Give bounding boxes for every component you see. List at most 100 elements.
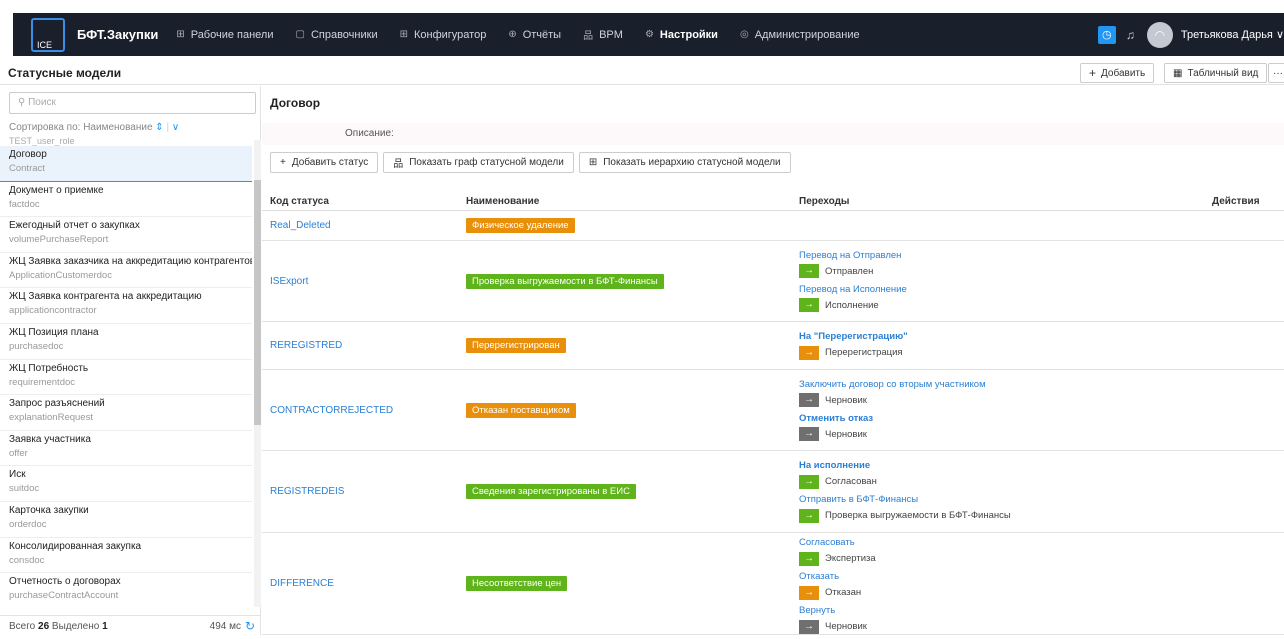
- table-icon: ▦: [1173, 67, 1183, 79]
- transition-target-label: Перерегистрация: [825, 347, 903, 358]
- list-item-name: Договор: [9, 149, 47, 160]
- list-item[interactable]: Заявка участника offer: [0, 431, 252, 467]
- transition-link[interactable]: На "Перерегистрацию": [799, 331, 908, 344]
- transition-link[interactable]: Перевод на Исполнение: [799, 284, 907, 297]
- nav-item-2[interactable]: ⊞ Конфигуратор: [400, 29, 487, 41]
- list-item[interactable]: Договор Contract: [0, 146, 252, 182]
- nav-item-4[interactable]: 品 BPM: [583, 27, 623, 43]
- show-hierarchy-button[interactable]: ⊞ Показать иерархию статусной модели: [578, 152, 791, 173]
- column-header-transitions[interactable]: Переходы: [799, 196, 849, 207]
- main-navbar: ICE БФТ.Закупки ⊞ Рабочие панели ▢ Справочн…: [13, 13, 1284, 56]
- list-item[interactable]: Отчетность о договорах purchaseContractAc…: [0, 573, 252, 607]
- status-code-link[interactable]: CONTRACTORREJECTED: [270, 405, 393, 416]
- list-item-partial[interactable]: TEST_user_role: [0, 136, 252, 146]
- status-code-link[interactable]: REREGISTRED: [270, 340, 342, 351]
- list-item[interactable]: ЖЦ Заявка контрагента на аккредитацию app…: [0, 288, 252, 324]
- app-brand[interactable]: БФТ.Закупки: [77, 27, 158, 42]
- list-scrollbar[interactable]: [254, 140, 261, 607]
- transition-link[interactable]: На исполнение: [799, 460, 1011, 473]
- transition-link[interactable]: Отправить в БФТ-Финансы: [799, 494, 1011, 507]
- scrollbar-thumb[interactable]: [254, 180, 261, 425]
- clock-icon[interactable]: ◷: [1097, 25, 1116, 44]
- nav-item-0[interactable]: ⊞ Рабочие панели: [176, 29, 273, 41]
- avatar[interactable]: ◠: [1146, 21, 1173, 48]
- arrow-right-icon: →: [799, 474, 819, 489]
- refresh-icon[interactable]: ↻: [245, 619, 255, 633]
- chevron-down-icon[interactable]: ∨: [172, 122, 179, 133]
- gear-icon: ⚙: [644, 29, 654, 40]
- list-item[interactable]: ЖЦ Потребность requirementdoc: [0, 360, 252, 396]
- arrow-right-icon: →: [799, 393, 819, 407]
- list-item-code: Contract: [9, 163, 45, 174]
- arrow-right-icon: →: [799, 508, 819, 523]
- column-header-code[interactable]: Код статуса: [270, 196, 329, 207]
- table-row: DIFFERENCE Несоответствие цен Согласовать →…: [262, 533, 1284, 635]
- list-item-code: suitdoc: [9, 483, 40, 495]
- transitions-list: На исполнение → Согласован Отправить в БФТ-…: [799, 460, 1011, 528]
- sort-arrows-icon[interactable]: ⇕: [155, 122, 163, 133]
- transition-link[interactable]: Вернуть: [799, 605, 876, 618]
- add-status-button[interactable]: + Добавить статус: [270, 152, 379, 173]
- status-code-link[interactable]: Real_Deleted: [270, 220, 331, 231]
- status-code-link[interactable]: REGISTREDEIS: [270, 486, 344, 497]
- status-badge: Проверка выгружаемости в БФТ-Финансы: [466, 273, 664, 289]
- list-item-code: offer: [9, 447, 28, 459]
- transition-link[interactable]: Согласовать: [799, 537, 876, 550]
- list-item[interactable]: Документ о приемке factdoc: [0, 182, 252, 218]
- plus-icon: +: [1089, 66, 1097, 80]
- list-item-name: ЖЦ Заявка заказчика на аккредитацию конт…: [9, 255, 252, 267]
- transition-target: → Черновик: [799, 618, 876, 635]
- transition-target: → Черновик: [799, 426, 986, 443]
- nav-item-label: Справочники: [310, 28, 378, 41]
- transition-target-label: Отказан: [825, 587, 862, 598]
- status-code-link[interactable]: ISExport: [270, 276, 308, 287]
- nav-item-5[interactable]: ⚙ Настройки: [645, 29, 718, 41]
- arrow-right-icon: →: [799, 551, 819, 566]
- list-item[interactable]: Иск suitdoc: [0, 466, 252, 502]
- table-row: CONTRACTORREJECTED Отказан поставщиком Зак…: [262, 370, 1284, 451]
- list-item-code: requirementdoc: [9, 376, 76, 388]
- list-item[interactable]: Карточка закупки orderdoc: [0, 502, 252, 538]
- list-item-code: purchasedoc: [9, 340, 64, 352]
- search-input[interactable]: ⚲ Поиск: [9, 92, 256, 114]
- status-code-link[interactable]: DIFFERENCE: [270, 578, 334, 589]
- status-model-detail: Договор Описание: + Добавить статус 品 Пока…: [262, 86, 1284, 635]
- list-item-name: Отчетность о договорах: [9, 576, 121, 588]
- list-item[interactable]: Консолидированная закупка consdoc: [0, 538, 252, 574]
- more-button[interactable]: ···: [1268, 63, 1284, 83]
- hierarchy-icon: ⊞: [588, 157, 598, 168]
- sort-control[interactable]: Сортировка по: Наименование ⇕ | ∨: [9, 122, 179, 133]
- list-item-name: ЖЦ Заявка контрагента на аккредитацию: [9, 291, 202, 303]
- nav-item-label: BPM: [599, 28, 623, 41]
- arrow-right-icon: →: [799, 345, 819, 360]
- nav-item-1[interactable]: ▢ Справочники: [296, 29, 378, 41]
- column-header-name[interactable]: Наименование: [466, 196, 539, 207]
- user-name[interactable]: Третьякова Дарья ∨: [1181, 28, 1284, 41]
- list-item[interactable]: ЖЦ Позиция плана purchasedoc: [0, 324, 252, 360]
- transition-target: → Экспертиза: [799, 550, 876, 567]
- transition-link[interactable]: Заключить договор со вторым участником: [799, 379, 986, 392]
- transition-link[interactable]: Отказать: [799, 571, 876, 584]
- add-button[interactable]: + Добавить: [1080, 63, 1155, 83]
- list-item-code: purchaseContractAccount: [9, 590, 119, 602]
- page-header: Статусные модели + Добавить ▦ Табличный ви…: [0, 60, 1284, 85]
- nav-item-label: Рабочие панели: [190, 28, 274, 41]
- list-item[interactable]: Запрос разъяснений explanationRequest: [0, 395, 252, 431]
- load-time: 494 мс: [209, 621, 241, 632]
- bell-icon[interactable]: ♫: [1126, 28, 1135, 42]
- graph-icon: 品: [393, 159, 404, 170]
- transition-link[interactable]: Перевод на Отправлен: [799, 250, 907, 263]
- list-item-code: volumePurchaseReport: [9, 234, 109, 246]
- search-icon: ⚲: [18, 97, 26, 108]
- transition-target-label: Экспертиза: [825, 553, 876, 564]
- list-item[interactable]: ЖЦ Заявка заказчика на аккредитацию конт…: [0, 253, 252, 289]
- transition-link[interactable]: Отменить отказ: [799, 413, 986, 426]
- transition-target-label: Отправлен: [825, 265, 874, 277]
- show-graph-button[interactable]: 品 Показать граф статусной модели: [383, 152, 574, 173]
- app-logo[interactable]: ICE: [31, 17, 65, 52]
- nav-item-6[interactable]: ◎ Администрирование: [740, 29, 860, 41]
- nav-item-3[interactable]: ⊕ Отчёты: [508, 29, 561, 41]
- table-view-button[interactable]: ▦ Табличный вид: [1164, 63, 1268, 83]
- list-item-name: Ежегодный отчет о закупках: [9, 220, 140, 232]
- list-item[interactable]: Ежегодный отчет о закупках volumePurchase…: [0, 217, 252, 253]
